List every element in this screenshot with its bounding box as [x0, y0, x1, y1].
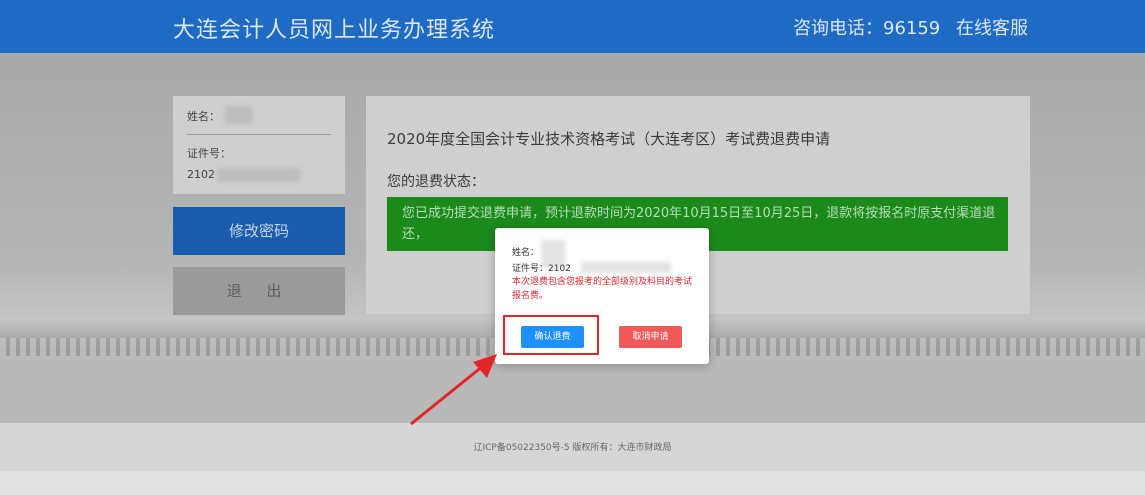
cancel-application-button[interactable]: 取消申请	[619, 326, 682, 348]
bottom-strip	[0, 471, 1145, 495]
footer-copyright: 辽ICP备05022350号-5 版权所有：大连市财政局	[473, 443, 672, 453]
logout-button[interactable]: 退 出	[173, 267, 345, 315]
name-value-redacted	[225, 106, 253, 124]
id-label: 证件号：	[187, 147, 231, 160]
dialog-id-label: 证件号：2102	[512, 264, 571, 274]
name-label: 姓名：	[187, 110, 220, 123]
id-value-redacted	[217, 168, 301, 182]
online-service-link[interactable]: 在线客服	[956, 14, 1028, 40]
status-label: 您的退费状态：	[387, 174, 485, 190]
dialog-notice: 本次退费包含您报考的全部级别及科目的考试报名费。	[512, 277, 693, 301]
change-password-button[interactable]: 修改密码	[173, 207, 345, 255]
id-value: 2102	[187, 168, 215, 181]
annotation-arrow-icon	[410, 354, 497, 426]
dialog-id-redacted	[581, 262, 671, 273]
site-title: 大连会计人员网上业务办理系统	[173, 18, 496, 43]
background-sea	[0, 356, 1145, 423]
dialog-name-label: 姓名：	[512, 248, 540, 258]
divider	[187, 134, 331, 135]
hotline-text: 咨询电话：96159	[793, 18, 941, 39]
page-title: 2020年度全国会计专业技术资格考试（大连考区）考试费退费申请	[387, 130, 831, 148]
top-header: 大连会计人员网上业务办理系统 咨询电话：96159 在线客服	[0, 0, 1145, 53]
footer: 辽ICP备05022350号-5 版权所有：大连市财政局	[0, 423, 1145, 471]
annotation-highlight-box	[503, 315, 599, 355]
user-info-card: 姓名： 证件号： 2102	[173, 96, 345, 194]
